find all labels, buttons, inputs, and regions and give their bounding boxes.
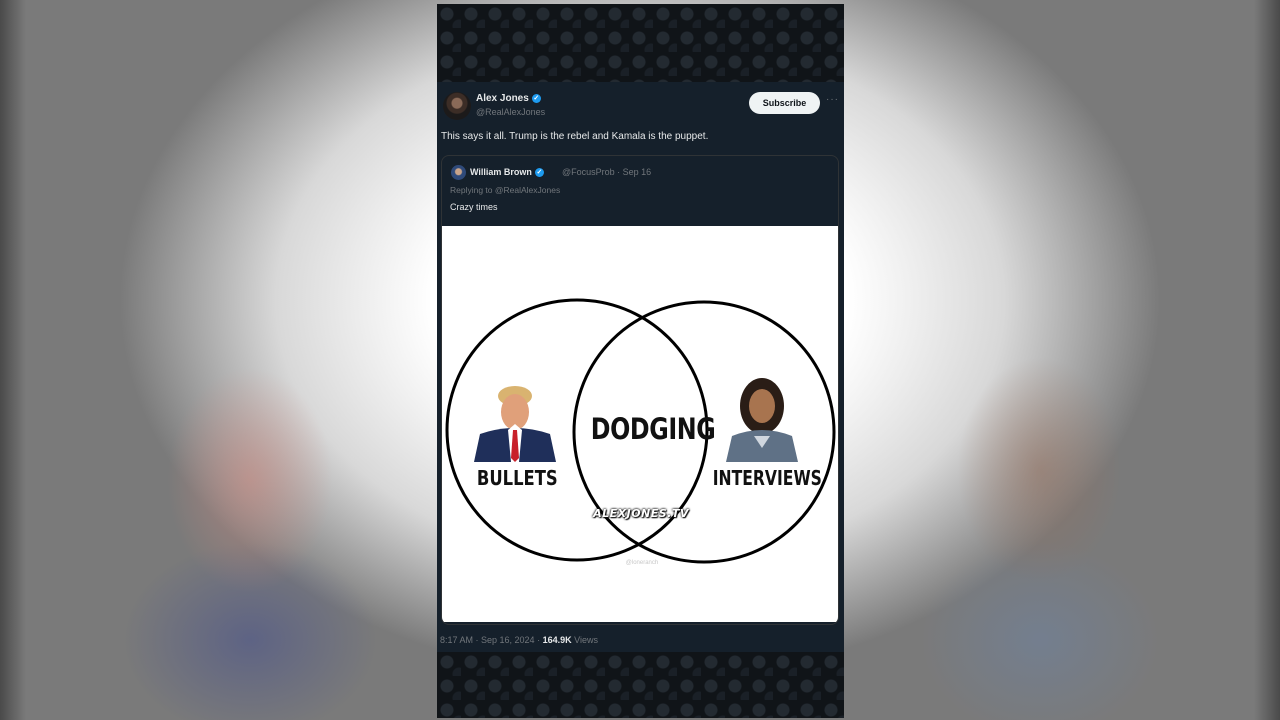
tweet-timestamp[interactable]: 8:17 AM · Sep 16, 2024 ·: [440, 635, 543, 645]
tweet-meta: 8:17 AM · Sep 16, 2024 · 164.9K Views: [440, 635, 598, 645]
quoted-author-avatar[interactable]: [451, 165, 466, 180]
quoted-author-name[interactable]: William Brown: [470, 167, 532, 177]
tweet-screenshot-frame: Alex Jones ✓ @RealAlexJones Subscribe ···…: [437, 4, 844, 718]
trump-photo: [472, 376, 558, 462]
tweet-card: Alex Jones ✓ @RealAlexJones Subscribe ···…: [437, 82, 844, 652]
author-avatar[interactable]: [443, 92, 471, 120]
more-options-icon[interactable]: ···: [826, 94, 839, 105]
verified-badge-icon: ✓: [534, 168, 544, 178]
quoted-author-handle: @FocusProb · Sep 16: [562, 167, 652, 177]
author-handle[interactable]: @RealAlexJones: [476, 107, 545, 117]
quoted-tweet[interactable]: William Brown ✓ @FocusProb · Sep 16 Reply…: [441, 155, 839, 625]
background-edge-left: [0, 0, 26, 720]
tweet-text: This says it all. Trump is the rebel and…: [441, 131, 709, 142]
kamala-photo: [720, 376, 806, 462]
subscribe-button[interactable]: Subscribe: [749, 92, 820, 114]
venn-left-label: BULLETS: [476, 466, 558, 490]
views-count: 164.9K: [542, 635, 572, 645]
venn-diagram-image[interactable]: DODGING BULLETS INTERVIEWS ALEXJONES.TV …: [442, 226, 838, 622]
verified-badge-icon: ✓: [531, 93, 541, 103]
venn-center-label: DODGING: [590, 412, 716, 446]
venn-right-label: INTERVIEWS: [712, 466, 822, 490]
hex-pattern-bottom: [437, 652, 844, 718]
author-name[interactable]: Alex Jones: [476, 93, 529, 104]
hex-pattern-top: [437, 4, 844, 82]
background-edge-right: [1254, 0, 1280, 720]
image-credit: @loneranch: [625, 560, 659, 566]
views-label: Views: [571, 635, 598, 645]
watermark-text: ALEXJONES.TV: [593, 507, 689, 520]
replying-to-text: Replying to @RealAlexJones: [450, 185, 561, 195]
quoted-tweet-text: Crazy times: [450, 202, 498, 212]
author-name-row[interactable]: Alex Jones ✓: [476, 93, 541, 104]
quoted-author-name-row[interactable]: William Brown ✓: [470, 167, 544, 178]
